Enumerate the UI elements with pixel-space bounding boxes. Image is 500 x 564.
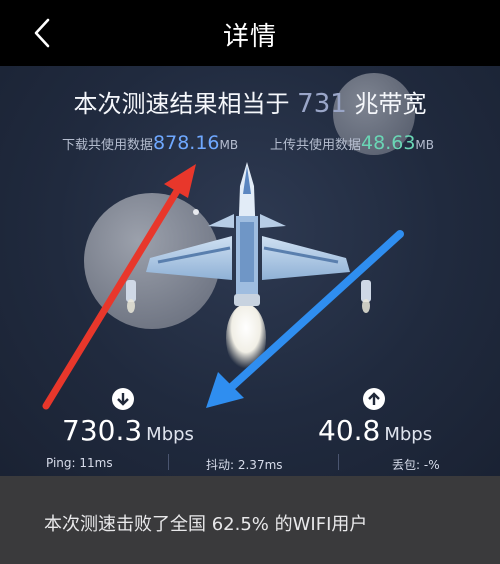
upload-data-label: 上传共使用数据 (270, 138, 362, 153)
ranking-footer: 本次测速击败了全国 62.5% 的WIFI用户 (0, 476, 500, 564)
download-data-label: 下载共使用数据 (62, 138, 154, 153)
upload-speed-unit: Mbps (384, 424, 433, 445)
upload-data-unit: MB (415, 138, 435, 152)
page-title: 详情 (222, 22, 277, 52)
download-data-value: 878.16 (153, 132, 220, 154)
result-headline: 本次测速结果相当于 731 兆带宽 (0, 84, 500, 119)
upload-arrow-icon (363, 388, 385, 410)
ping-metric: Ping: 11ms (46, 456, 113, 470)
speed-result-panel: 本次测速结果相当于 731 兆带宽 下载共使用数据878.16MB 上传共使用数… (0, 66, 500, 476)
ranking-text: 本次测速击败了全国 62.5% 的WIFI用户 (44, 514, 368, 535)
download-data-unit: MB (219, 138, 239, 152)
loss-metric: 丢包: -% (392, 458, 440, 472)
upload-data-usage: 上传共使用数据48.63MB (270, 132, 434, 154)
upload-speed: 40.8 Mbps (318, 414, 432, 447)
download-speed-value: 730.3 (62, 414, 143, 447)
result-suffix: 兆带宽 (354, 90, 427, 118)
upload-speed-value: 40.8 (318, 414, 381, 447)
download-arrow-icon (112, 388, 134, 410)
download-data-usage: 下载共使用数据878.16MB (62, 132, 238, 154)
jitter-metric: 抖动: 2.37ms (206, 458, 283, 472)
bandwidth-value: 731 (297, 89, 347, 119)
download-speed-unit: Mbps (146, 424, 194, 445)
header-bar: 详情 (0, 0, 500, 66)
upload-data-value: 48.63 (361, 132, 416, 154)
metric-divider (168, 454, 169, 470)
red-arrow-head (164, 164, 196, 198)
download-speed: 730.3 Mbps (62, 414, 194, 447)
metric-divider (338, 454, 339, 470)
result-prefix: 本次测速结果相当于 (73, 90, 290, 118)
